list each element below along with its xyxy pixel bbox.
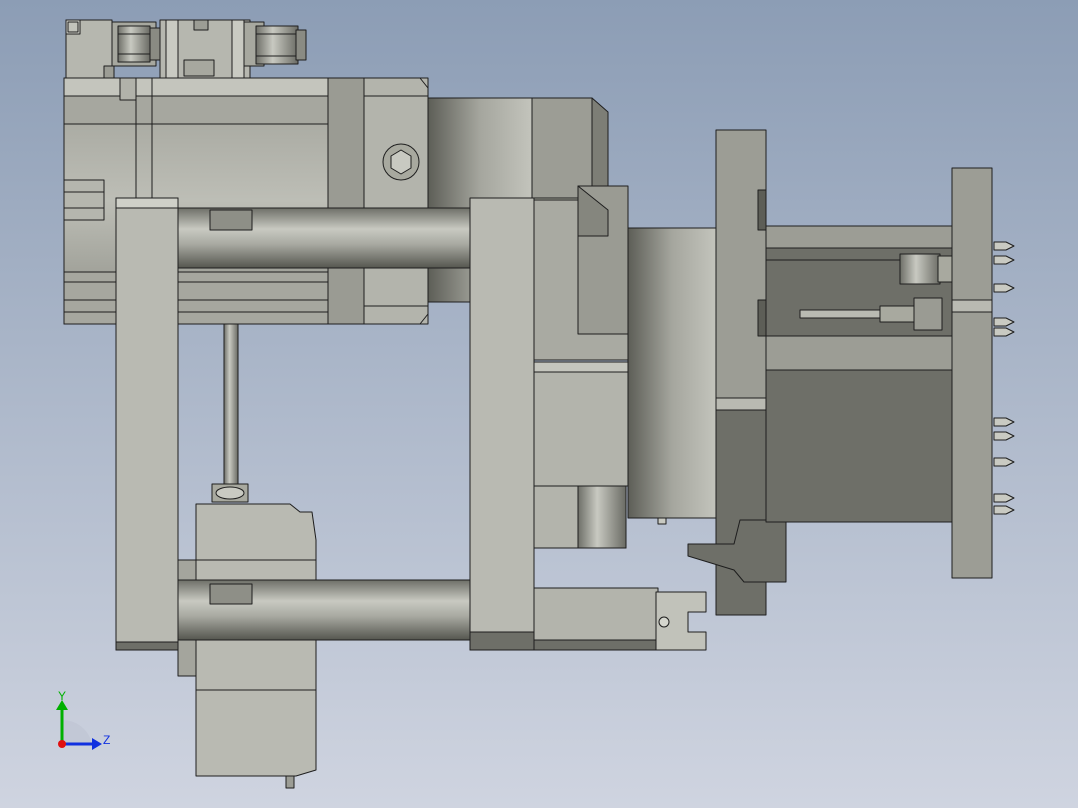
upper-guide-rod — [177, 207, 473, 269]
y-axis-label: Y — [58, 689, 66, 703]
lower-slide-clamp — [533, 587, 707, 651]
left-guide-plate — [115, 197, 179, 651]
end-plate — [951, 167, 993, 579]
x-axis-dot — [58, 740, 66, 748]
cad-viewport[interactable]: Y Z — [0, 0, 1078, 808]
z-axis-label: Z — [103, 733, 110, 747]
lower-guide-rod — [177, 579, 473, 641]
cad-canvas: Y Z — [0, 0, 1078, 808]
lower-cylinder-housing — [177, 503, 317, 789]
reducer-housing — [533, 185, 717, 549]
end-effector-block — [765, 225, 953, 523]
